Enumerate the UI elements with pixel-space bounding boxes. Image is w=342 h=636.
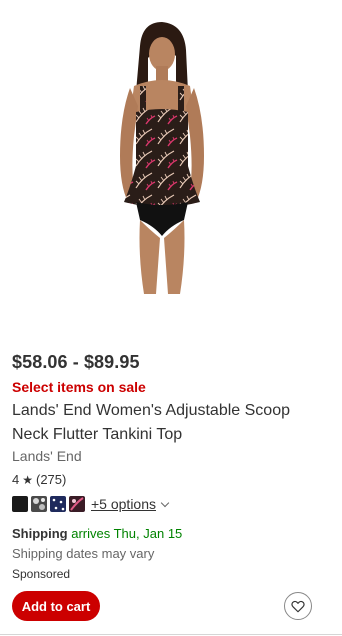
color-swatches: +5 options [12, 496, 170, 512]
rating-value: 4 [12, 472, 20, 487]
swatch-floral-pink[interactable] [69, 496, 85, 512]
sponsored-label: Sponsored [12, 567, 71, 581]
add-to-cart-button[interactable]: Add to cart [12, 591, 100, 621]
sale-label: Select items on sale [12, 379, 146, 395]
favorite-button[interactable] [284, 592, 312, 620]
swatch-black[interactable] [12, 496, 28, 512]
shipping-info: Shipping arrives Thu, Jan 15 [12, 526, 182, 541]
rating-count: (275) [36, 472, 67, 487]
shipping-note: Shipping dates may vary [12, 546, 155, 561]
divider [0, 634, 342, 635]
more-options-link[interactable]: +5 options [91, 496, 170, 512]
more-options-label[interactable]: +5 options [91, 496, 156, 512]
product-title-line-1[interactable]: Lands' End Women's Adjustable Scoop [12, 399, 332, 423]
star-icon: ★ [22, 472, 33, 487]
product-image[interactable] [90, 16, 232, 298]
chevron-down-icon [160, 498, 170, 507]
shipping-label: Shipping [12, 526, 68, 541]
swatch-navy-dot[interactable] [50, 496, 66, 512]
swatch-floral-gray[interactable] [31, 496, 47, 512]
product-rating[interactable]: 4 ★ (275) [12, 472, 66, 487]
shipping-arrival: arrives Thu, Jan 15 [71, 526, 183, 541]
heart-icon [291, 600, 305, 612]
product-price: $58.06 - $89.95 [12, 352, 140, 372]
product-title[interactable]: Lands' End Women's Adjustable Scoop Neck… [12, 399, 332, 447]
product-brand[interactable]: Lands' End [12, 448, 82, 464]
product-title-line-2[interactable]: Neck Flutter Tankini Top [12, 423, 332, 447]
